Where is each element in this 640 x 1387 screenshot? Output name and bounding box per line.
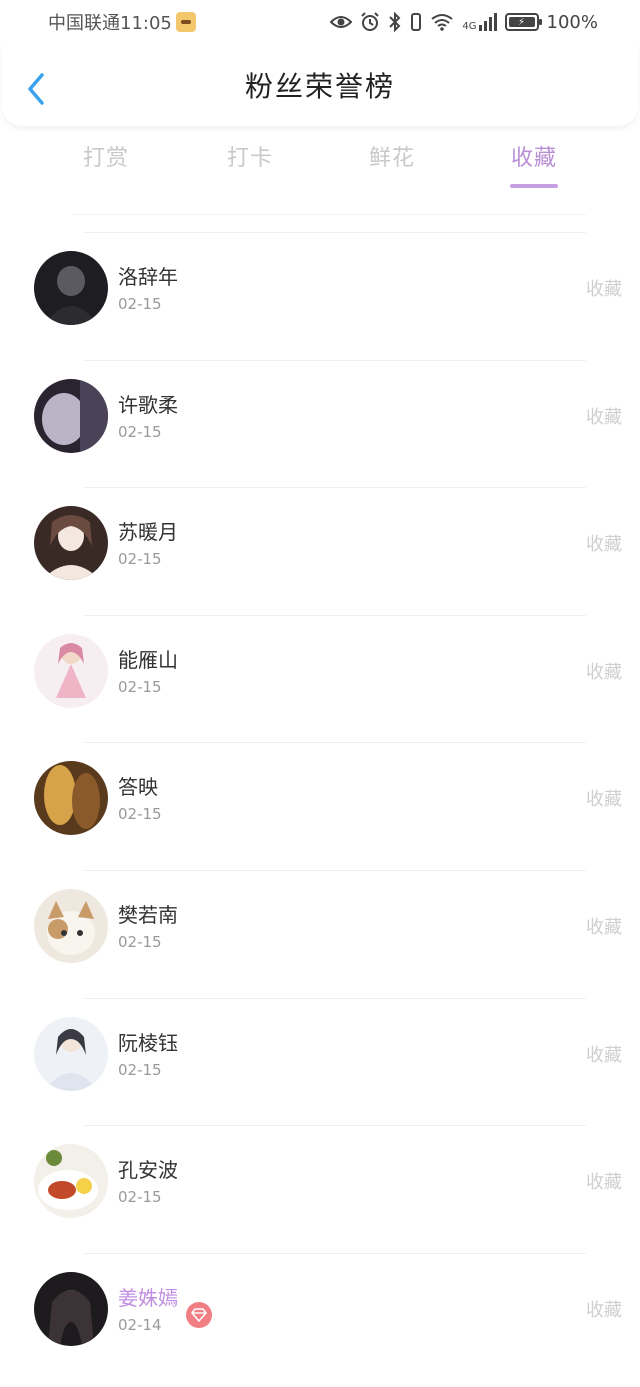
avatar[interactable] bbox=[34, 888, 108, 963]
user-date: 02-15 bbox=[118, 1188, 162, 1207]
favorite-label: 收藏 bbox=[586, 1172, 622, 1194]
user-name[interactable]: 许歌柔 bbox=[118, 389, 178, 418]
favorite-label: 收藏 bbox=[586, 916, 622, 938]
user-name[interactable]: 答映 bbox=[118, 771, 158, 800]
avatar[interactable] bbox=[34, 1271, 108, 1346]
list-item[interactable]: 能雁山 02-15 收藏 bbox=[34, 614, 622, 743]
bluetooth-icon bbox=[388, 11, 402, 33]
network-type: 4G bbox=[462, 21, 477, 32]
tab-label: 收藏 bbox=[510, 146, 557, 171]
tab-underline bbox=[226, 184, 274, 188]
avatar[interactable] bbox=[34, 1144, 108, 1219]
status-left: 中国联通11:05 bbox=[48, 9, 196, 35]
tab-favorites[interactable]: 收藏 bbox=[510, 140, 558, 194]
favorite-label: 收藏 bbox=[586, 279, 622, 300]
favorite-label: 收藏 bbox=[586, 1299, 622, 1321]
charging-bolt-icon: ⚡ bbox=[508, 17, 535, 28]
wifi-icon bbox=[430, 11, 454, 33]
list-item[interactable]: 孔安波 02-15 收藏 bbox=[34, 1125, 622, 1253]
user-name[interactable]: 姜姝嫣 bbox=[118, 1282, 178, 1311]
user-date: 02-15 bbox=[118, 805, 162, 824]
avatar[interactable] bbox=[34, 506, 108, 581]
avatar[interactable] bbox=[34, 1016, 108, 1091]
tab-label: 打赏 bbox=[82, 146, 129, 171]
cat-emoji-icon bbox=[175, 12, 196, 32]
status-right: 4G ⚡ 100% bbox=[330, 11, 598, 33]
avatar[interactable] bbox=[34, 633, 108, 708]
user-date: 02-15 bbox=[118, 1060, 162, 1079]
favorite-label: 收藏 bbox=[586, 534, 622, 556]
avatar[interactable] bbox=[34, 378, 108, 453]
back-button[interactable] bbox=[22, 72, 50, 106]
user-date: 02-15 bbox=[118, 295, 162, 313]
favorite-label: 收藏 bbox=[586, 661, 622, 683]
user-name[interactable]: 樊若南 bbox=[118, 899, 178, 928]
diamond-badge-icon bbox=[186, 1301, 212, 1328]
list-item[interactable]: 樊若南 02-15 收藏 bbox=[34, 869, 622, 998]
list-item[interactable]: 姜姝嫣 02-14 收藏 bbox=[34, 1252, 622, 1381]
user-date: 02-15 bbox=[118, 422, 162, 441]
avatar[interactable] bbox=[34, 761, 108, 836]
list-item[interactable]: 答映 02-15 收藏 bbox=[34, 742, 622, 870]
fan-list: 洛辞年 02-15 收藏 许歌柔 02-15 收藏 苏暖月 02-15 收藏 能… bbox=[0, 232, 640, 1380]
tab-underline bbox=[82, 184, 130, 188]
list-item[interactable]: 阮棱钰 02-15 收藏 bbox=[34, 997, 622, 1126]
user-date: 02-15 bbox=[118, 932, 162, 951]
tab-label: 打卡 bbox=[226, 146, 273, 171]
user-name[interactable]: 阮棱钰 bbox=[118, 1027, 178, 1056]
carrier-time: 中国联通11:05 bbox=[48, 13, 172, 34]
avatar[interactable] bbox=[34, 251, 108, 325]
page-title: 粉丝荣誉榜 bbox=[244, 70, 395, 103]
list-item[interactable]: 洛辞年 02-15 收藏 bbox=[34, 232, 622, 360]
tab-label: 鲜花 bbox=[368, 146, 415, 171]
user-date: 02-14 bbox=[118, 1315, 162, 1334]
alarm-icon bbox=[360, 11, 380, 33]
list-item[interactable]: 许歌柔 02-15 收藏 bbox=[34, 359, 622, 488]
status-bar: 中国联通11:05 4G ⚡ 100% bbox=[0, 0, 640, 44]
tab-checkin[interactable]: 打卡 bbox=[226, 140, 274, 194]
tabs-divider bbox=[72, 214, 586, 215]
header-bar: 粉丝荣誉榜 bbox=[2, 44, 638, 126]
chevron-left-icon bbox=[28, 73, 44, 105]
tab-bar: 打赏 打卡 鲜花 收藏 bbox=[0, 140, 640, 200]
eye-icon bbox=[330, 11, 353, 33]
user-name[interactable]: 洛辞年 bbox=[118, 261, 178, 290]
favorite-label: 收藏 bbox=[586, 406, 622, 428]
signal-icon bbox=[478, 11, 497, 33]
user-date: 02-15 bbox=[118, 550, 162, 569]
tab-tip[interactable]: 打赏 bbox=[82, 140, 130, 194]
tab-underline bbox=[368, 184, 416, 188]
user-name[interactable]: 孔安波 bbox=[118, 1154, 178, 1183]
vibrate-icon bbox=[410, 11, 422, 33]
tab-flowers[interactable]: 鲜花 bbox=[368, 140, 416, 194]
tab-underline bbox=[510, 184, 558, 188]
user-name[interactable]: 苏暖月 bbox=[118, 516, 178, 545]
favorite-label: 收藏 bbox=[586, 1044, 622, 1066]
user-name[interactable]: 能雁山 bbox=[118, 644, 178, 673]
user-date: 02-15 bbox=[118, 677, 162, 696]
battery-icon: ⚡ bbox=[504, 13, 542, 31]
favorite-label: 收藏 bbox=[586, 789, 622, 811]
list-item[interactable]: 苏暖月 02-15 收藏 bbox=[34, 487, 622, 615]
battery-percent: 100% bbox=[546, 11, 598, 33]
